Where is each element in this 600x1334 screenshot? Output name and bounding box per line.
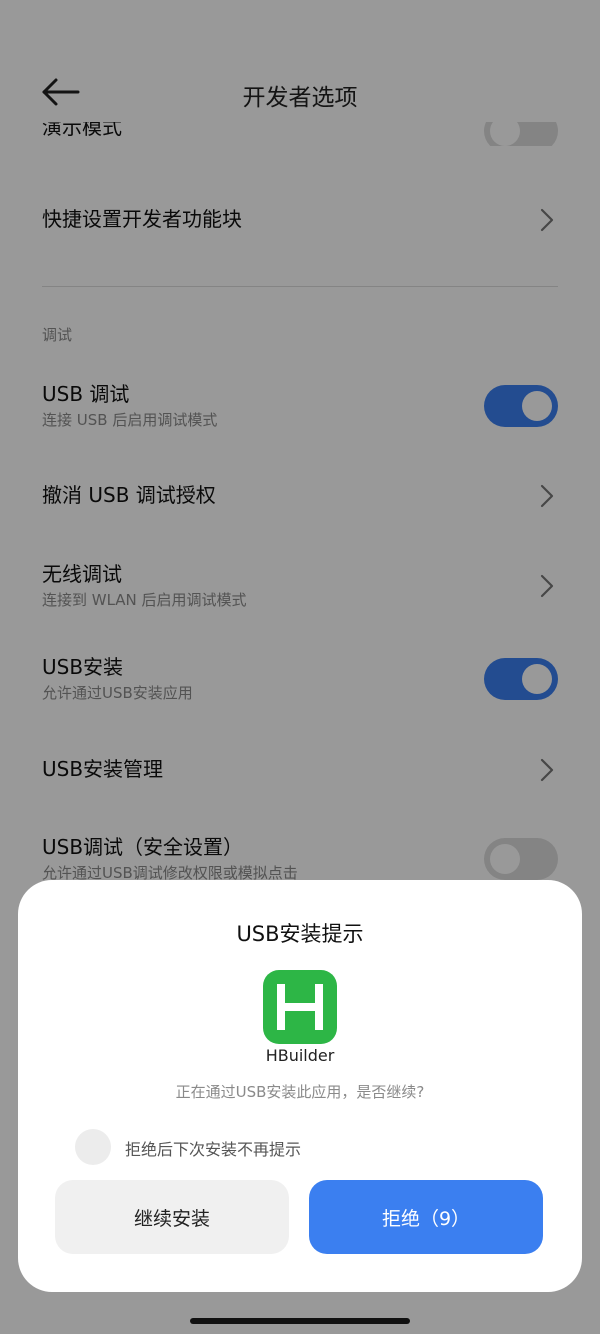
app-name: HBuilder	[265, 1046, 335, 1065]
hbuilder-app-icon	[263, 970, 337, 1044]
dialog-message: 正在通过USB安装此应用，是否继续?	[175, 1083, 425, 1101]
home-indicator[interactable]	[190, 1318, 410, 1324]
reject-button[interactable]: 拒绝（9）	[309, 1180, 543, 1254]
dialog-title: USB安装提示	[236, 922, 364, 946]
dont-remind-checkbox-row[interactable]: 拒绝后下次安装不再提示	[75, 1128, 535, 1166]
continue-install-button[interactable]: 继续安装	[55, 1180, 289, 1254]
checkbox-label: 拒绝后下次安装不再提示	[125, 1140, 302, 1159]
radio-circle-icon[interactable]	[75, 1129, 111, 1165]
usb-install-dialog: USB安装提示 HBuilder 正在通过USB安装此应用，是否继续? 拒绝后下…	[18, 880, 582, 1292]
